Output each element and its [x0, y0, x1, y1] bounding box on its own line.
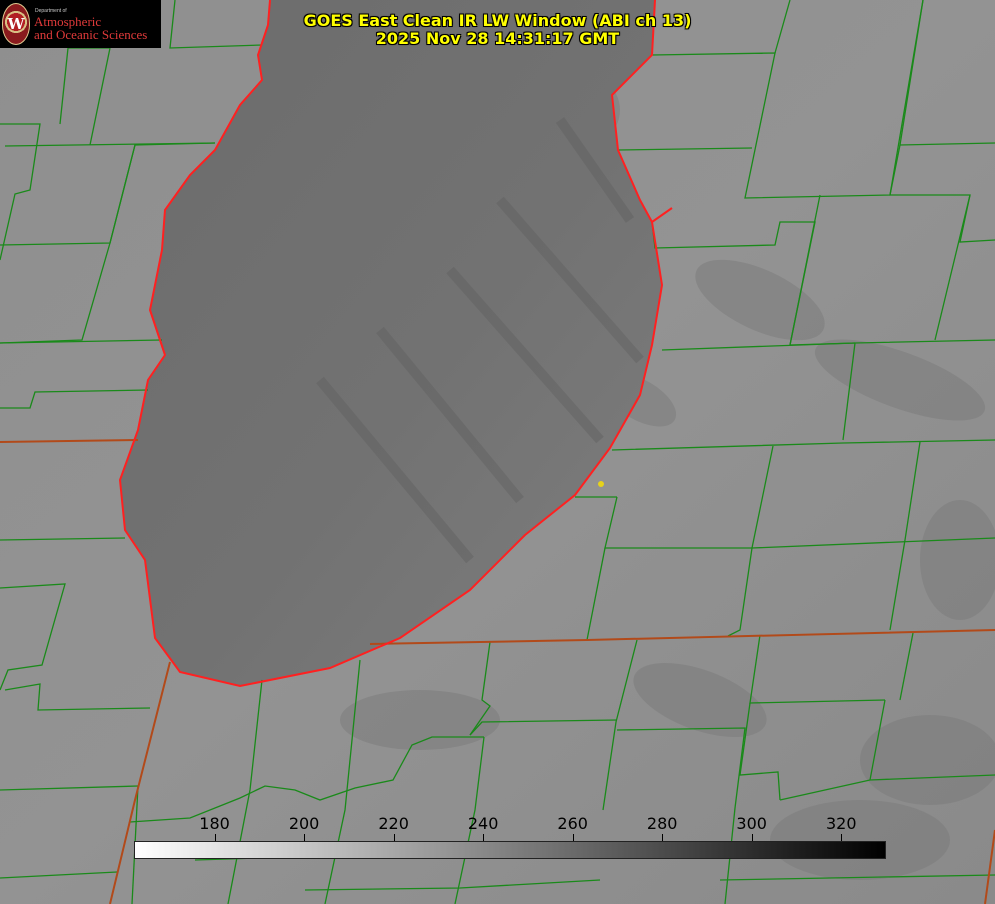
- colorbar-tick-mark: [841, 834, 843, 841]
- colorbar-tick-mark: [393, 834, 395, 841]
- colorbar-tick-label: 240: [467, 814, 499, 833]
- image-title: GOES East Clean IR LW Window (ABI ch 13): [303, 11, 692, 30]
- colorbar-tick-label: 280: [646, 814, 678, 833]
- colorbar-tick-mark: [214, 834, 216, 841]
- colorbar-tick-mark: [662, 834, 664, 841]
- colorbar-tick-label: 260: [557, 814, 588, 833]
- colorbar-tick-label: 200: [288, 814, 320, 833]
- site-marker: [598, 481, 604, 487]
- image-timestamp: 2025 Nov 28 14:31:17 GMT: [375, 29, 620, 48]
- colorbar-tick-label: 220: [378, 814, 409, 833]
- colorbar-tick-label: 300: [736, 814, 767, 833]
- colorbar-tick-label: 180: [199, 814, 230, 833]
- colorbar-labels: 180 200 220 240 260 280 300 320: [134, 814, 886, 834]
- colorbar: [134, 841, 886, 859]
- colorbar-tick-mark: [304, 834, 306, 841]
- colorbar-tick-label: 320: [825, 814, 857, 833]
- colorbar-tick-mark: [751, 834, 753, 841]
- colorbar-tick-mark: [483, 834, 485, 841]
- colorbar-tick-mark: [572, 834, 574, 841]
- satellite-ir-map: [0, 0, 995, 904]
